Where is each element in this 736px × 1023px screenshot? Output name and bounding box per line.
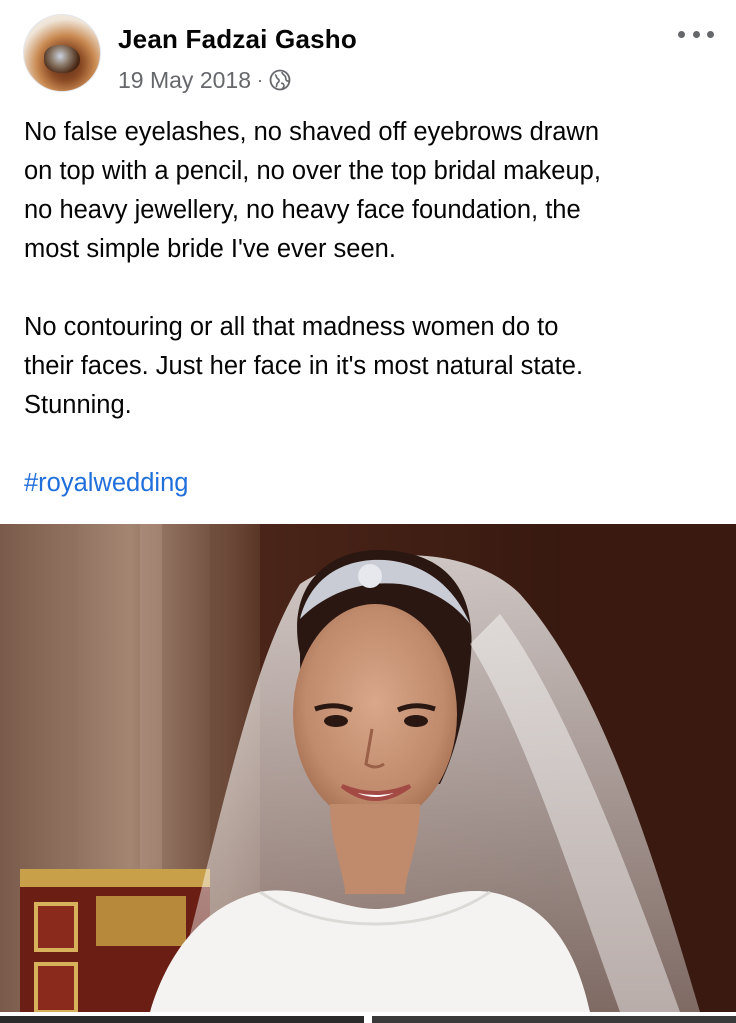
next-photo-left[interactable]: [0, 1016, 364, 1023]
next-photo-strip: [0, 1016, 736, 1023]
post-paragraph-1: No false eyelashes, no shaved off eyebro…: [24, 118, 601, 263]
globe-icon[interactable]: [269, 69, 291, 91]
post-photo[interactable]: [0, 524, 736, 1012]
post-header: Jean Fadzai Gasho 19 May 2018 ·: [0, 0, 736, 112]
more-dot: [707, 30, 714, 38]
meta-separator: ·: [256, 69, 263, 90]
post-paragraph-2: No contouring or all that madness women …: [24, 313, 584, 419]
post-text: No false eyelashes, no shaved off eyebro…: [24, 113, 720, 503]
post-meta: 19 May 2018 ·: [118, 64, 291, 96]
post-date[interactable]: 19 May 2018: [118, 67, 251, 94]
bride-photo-illustration: [0, 524, 736, 1012]
more-dot: [692, 30, 700, 38]
hashtag-link[interactable]: #royalwedding: [24, 464, 188, 503]
more-horizontal-icon[interactable]: [678, 24, 714, 44]
more-dot: [678, 30, 685, 38]
author-avatar[interactable]: [23, 14, 101, 92]
author-name[interactable]: Jean Fadzai Gasho: [118, 24, 357, 55]
facebook-post: Jean Fadzai Gasho 19 May 2018 · No false…: [0, 0, 736, 1023]
next-photo-right[interactable]: [372, 1016, 736, 1023]
avatar-ring-image: [44, 45, 80, 73]
